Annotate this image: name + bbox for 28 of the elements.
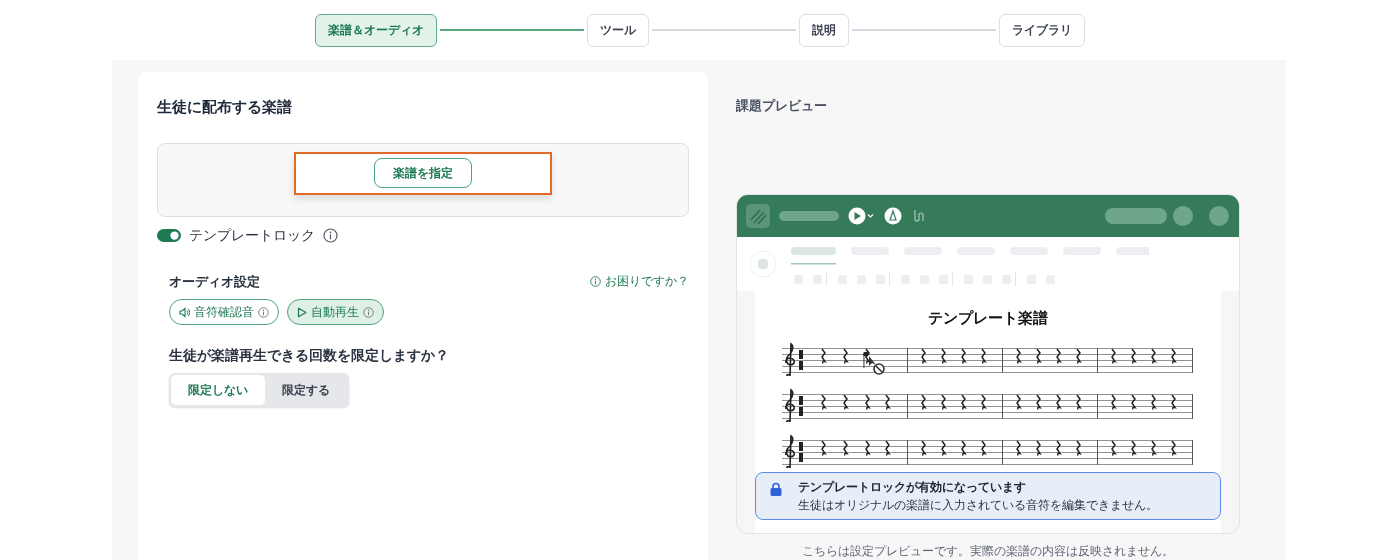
notice-title: テンプレートロックが有効になっています (798, 479, 1027, 496)
step-tab[interactable]: 楽譜＆オーディオ (315, 13, 437, 47)
section-title: 生徒に配布する楽譜 (157, 97, 293, 118)
switch-label: テンプレートロック (189, 225, 315, 245)
limit-option[interactable]: 限定する (265, 375, 347, 406)
info-icon (363, 306, 374, 318)
audio-option-chip[interactable]: 音符確認音 (169, 299, 279, 325)
template-lock-switch[interactable] (157, 228, 181, 242)
info-icon (258, 306, 269, 318)
audio-settings-title: オーディオ設定 (169, 272, 260, 291)
score-title: テンプレート楽譜 (928, 307, 1048, 329)
select-score-button[interactable]: 楽譜を指定 (374, 158, 472, 188)
question-text: 生徒が楽譜再生できる回数を限定しますか？ (169, 346, 450, 365)
step-tab[interactable]: 説明 (799, 13, 849, 47)
notice-text: 生徒はオリジナルの楽譜に入力されている音符を編集できません。 (798, 497, 1158, 514)
preview-caption: こちらは設定プレビューです。実際の楽譜の内容は反映されません。 (801, 542, 1175, 560)
info-icon (323, 227, 338, 243)
lock-icon (770, 482, 782, 496)
audio-option-chip[interactable]: 自動再生 (287, 299, 384, 325)
help-link[interactable]: お困りですか？ (590, 272, 689, 290)
speaker-icon (179, 306, 190, 318)
step-tab[interactable]: ツール (587, 13, 649, 47)
preview-title: 課題プレビュー (736, 97, 828, 115)
play-icon (297, 306, 307, 318)
limit-option[interactable]: 限定しない (171, 375, 265, 406)
blocked-cursor-icon (869, 356, 885, 375)
step-tab[interactable]: ライブラリ (999, 13, 1085, 47)
info-icon (590, 275, 601, 287)
